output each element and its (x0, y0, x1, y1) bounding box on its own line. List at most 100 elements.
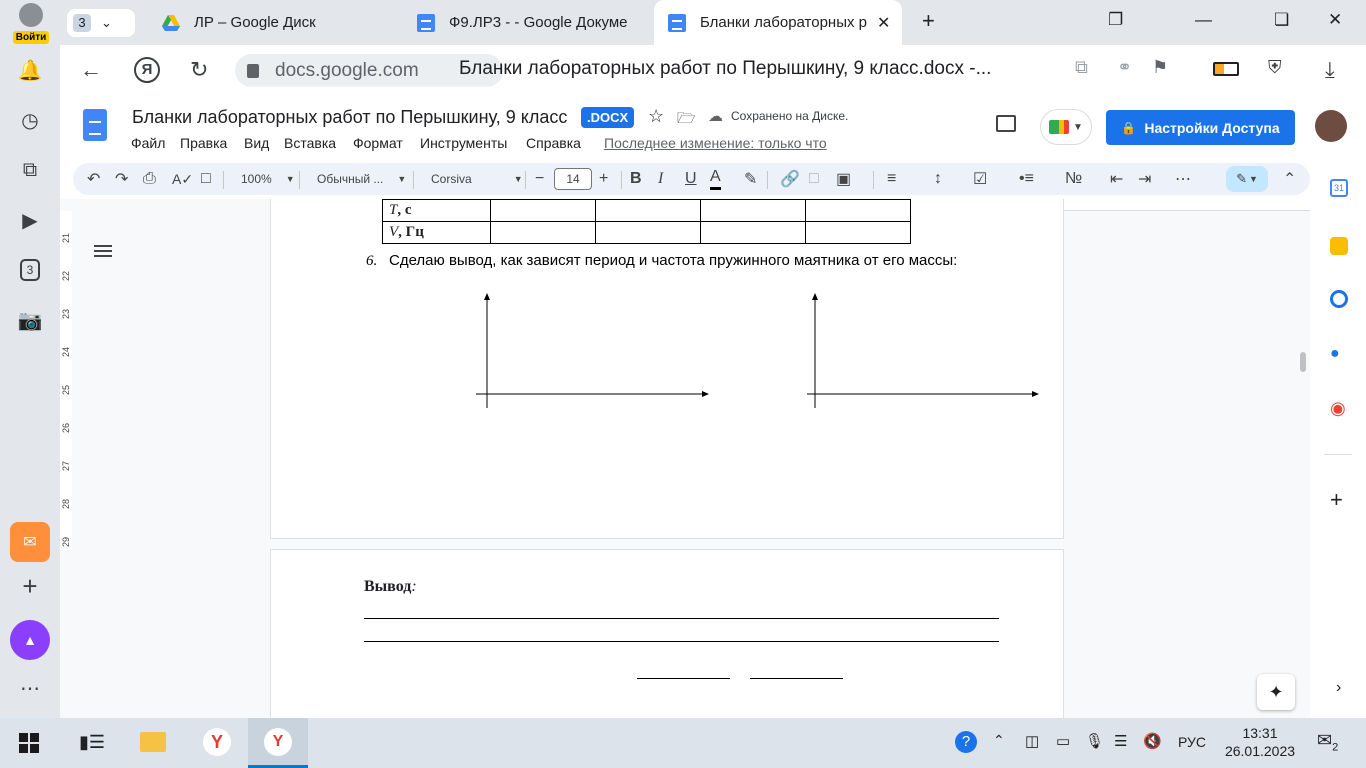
comments-search-icon[interactable]: ⚭ (1117, 57, 1132, 78)
clock[interactable]: 13:31 26.01.2023 (1210, 724, 1310, 760)
play-video-icon[interactable]: ▶ (10, 200, 50, 240)
tab-google-drive[interactable]: ЛР – Google Диск (148, 0, 403, 45)
menu-insert[interactable]: Вставка (284, 135, 336, 151)
screenshot-camera-icon[interactable]: 📷 (10, 300, 50, 340)
back-arrow-icon[interactable]: ← (80, 57, 102, 83)
reload-icon[interactable]: ↻ (190, 57, 208, 83)
downloads-icon[interactable]: ⤓ (1325, 57, 1335, 83)
collapse-menus-icon[interactable]: ⌃ (1283, 163, 1296, 195)
windows-start-icon[interactable] (19, 733, 39, 758)
avatar[interactable] (1315, 110, 1347, 142)
menu-help[interactable]: Справка (526, 135, 581, 151)
tab-blanki[interactable]: Бланки лабораторных р ✕ (654, 0, 902, 45)
tasks-icon[interactable] (1330, 290, 1348, 308)
checklist-icon[interactable]: ☑ (973, 163, 987, 195)
bookmark-flag-icon[interactable]: ⚑ (1152, 57, 1168, 78)
restore-icon[interactable]: ❏ (1274, 10, 1289, 30)
highlight-icon[interactable]: ✎ (744, 163, 757, 195)
add-addon-icon[interactable]: + (1330, 487, 1343, 513)
bookmarks-icon[interactable]: ❐ (1108, 10, 1123, 30)
menu-tools[interactable]: Инструменты (420, 135, 507, 151)
microphone-icon[interactable]: 🎙 (1085, 732, 1104, 750)
tab-group-button[interactable]: 3 ⌄ (67, 9, 135, 37)
menu-edit[interactable]: Правка (180, 135, 227, 151)
add-extension-icon[interactable]: ⧉ (1075, 57, 1088, 78)
menu-view[interactable]: Вид (244, 135, 269, 151)
zoom-select[interactable]: 100% ▼ (241, 163, 295, 195)
chevron-right-icon[interactable]: › (1336, 679, 1341, 697)
keep-icon[interactable] (1330, 237, 1348, 255)
input-language[interactable]: РУС (1178, 734, 1206, 750)
alice-assistant-icon[interactable]: ▲ (10, 620, 50, 660)
close-tab-icon[interactable]: ✕ (877, 13, 890, 33)
style-select[interactable]: Обычный ... ▼ (317, 163, 406, 195)
login-button[interactable]: Войти (9, 3, 53, 44)
insert-image-icon[interactable]: ▣ (836, 163, 851, 195)
paint-format-icon[interactable]: □ (201, 163, 211, 195)
underline-icon[interactable]: U (685, 163, 697, 195)
font-size-increase-icon[interactable]: + (599, 163, 608, 195)
tray-chevron-up-icon[interactable]: ⌃ (993, 732, 1005, 749)
redo-icon[interactable]: ↷ (115, 163, 128, 195)
list-item[interactable]: 6. Сделаю вывод, как зависят период и ча… (366, 250, 986, 272)
menu-format[interactable]: Формат (353, 135, 403, 151)
contacts-icon[interactable]: ● (1330, 345, 1348, 363)
minimize-icon[interactable]: — (1195, 10, 1212, 30)
scrollbar-thumb[interactable] (1300, 352, 1306, 372)
table-cell[interactable]: V, Гц (382, 221, 491, 244)
help-icon[interactable]: ? (955, 731, 977, 753)
bold-icon[interactable]: B (630, 163, 642, 195)
tab-counter-button[interactable]: 3 (10, 250, 50, 290)
file-explorer-icon[interactable] (140, 732, 166, 752)
document-page[interactable]: Вывод: (270, 549, 1064, 718)
numbered-list-icon[interactable]: № (1065, 163, 1082, 195)
more-dots-icon[interactable]: ⋯ (10, 668, 50, 708)
align-icon[interactable]: ≡ (887, 163, 896, 195)
notifications-bell-icon[interactable]: 🔔 (10, 50, 50, 90)
menu-file[interactable]: Файл (131, 135, 165, 151)
mail-app-icon[interactable]: ✉ (10, 522, 50, 562)
collections-icon[interactable]: ⧉ (10, 150, 50, 190)
tab-f9-lr3[interactable]: Ф9.ЛР3 - - Google Докуме (403, 0, 651, 45)
document-outline-icon[interactable] (94, 245, 112, 261)
font-size-decrease-icon[interactable]: − (535, 163, 544, 195)
last-edit-link[interactable]: Последнее изменение: только что (604, 135, 827, 151)
more-options-icon[interactable]: ⋯ (1175, 163, 1191, 195)
explore-sparkle-button[interactable]: ✦ (1257, 674, 1295, 710)
history-clock-icon[interactable]: ◷ (10, 100, 50, 140)
wifi-icon[interactable]: ☰ (1114, 732, 1127, 750)
tray-device-icon[interactable]: ◫ (1025, 732, 1039, 750)
decrease-indent-icon[interactable]: ⇤ (1110, 163, 1123, 195)
new-tab-icon[interactable]: + (922, 8, 935, 34)
document-editor[interactable]: 21123456789101112131415161718 2122232425… (60, 199, 1310, 718)
document-title[interactable]: Бланки лабораторных работ по Перышкину, … (132, 107, 567, 128)
share-button[interactable]: 🔒 Настройки Доступа (1106, 110, 1295, 145)
italic-icon[interactable]: I (658, 163, 663, 195)
move-folder-icon[interactable]: 🗁 (677, 108, 696, 133)
comments-icon[interactable] (996, 115, 1016, 132)
font-size-input[interactable]: 14 (554, 168, 592, 190)
print-icon[interactable]: ⎙ (143, 163, 156, 195)
vertical-ruler[interactable]: 21 22 23 24 25 26 27 28 29 (60, 211, 72, 551)
meet-button[interactable]: ▼ (1040, 109, 1092, 145)
volume-muted-icon[interactable]: 🔇 (1143, 732, 1162, 750)
measurement-table[interactable]: T, с V, Гц (382, 199, 911, 244)
yandex-logo-icon[interactable]: Я (134, 57, 160, 83)
increase-indent-icon[interactable]: ⇥ (1138, 163, 1151, 195)
editing-mode-button[interactable]: ✎ ▼ (1226, 166, 1268, 192)
calendar-icon[interactable]: 31 (1330, 179, 1348, 197)
star-icon[interactable]: ☆ (648, 106, 664, 127)
font-select[interactable]: Corsiva ▼ (431, 163, 523, 195)
add-comment-icon[interactable]: □ (809, 163, 819, 195)
line-spacing-icon[interactable]: ↕ (934, 163, 942, 195)
yandex-browser-icon[interactable]: Y (203, 728, 231, 756)
battery-saver-icon[interactable] (1213, 62, 1239, 76)
task-view-icon[interactable]: ▮☰ (79, 732, 105, 753)
text-color-icon[interactable]: A (710, 166, 721, 190)
link-icon[interactable]: 🔗 (780, 163, 800, 195)
yandex-browser-active-task[interactable]: Y (248, 718, 308, 768)
spellcheck-icon[interactable]: A✓ (172, 163, 193, 195)
add-app-icon[interactable]: + (10, 566, 50, 606)
protect-icon[interactable]: ⛨ (1268, 57, 1282, 78)
battery-icon[interactable]: ▭ (1056, 732, 1070, 750)
